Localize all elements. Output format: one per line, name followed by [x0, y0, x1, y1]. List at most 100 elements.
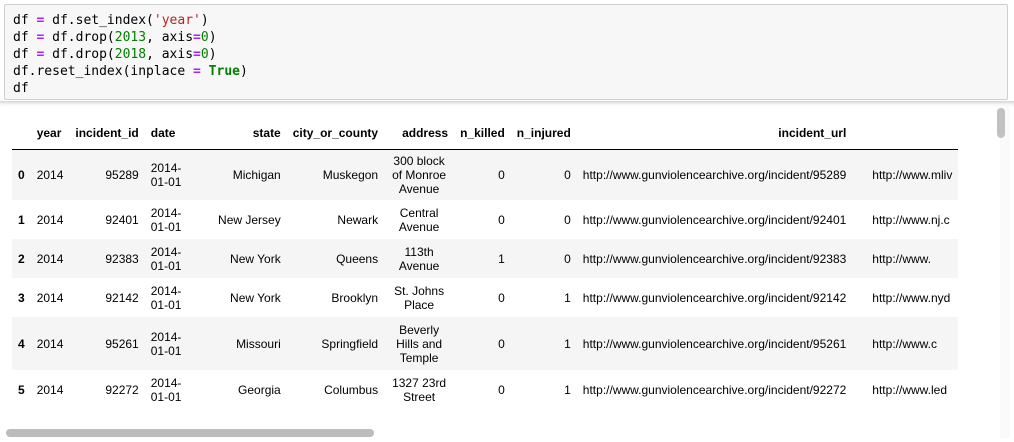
cell-n-killed: 0 [498, 168, 505, 182]
col-address-header: address [402, 126, 449, 140]
code-token: 2013 [114, 30, 147, 45]
col-year-header: year [36, 126, 62, 140]
cell-incident-url: http://www.gunviolencearchive.org/incide… [582, 251, 847, 266]
cell-n-injured: 0 [564, 212, 571, 227]
cell-date: 2014-01-01 [150, 329, 182, 358]
cell-n-injured: 1 [564, 290, 571, 305]
code-token: 2018 [114, 47, 147, 62]
cell-incident-url: http://www.gunviolencearchive.org/incide… [582, 382, 847, 397]
cell-city: Springfield [321, 336, 379, 351]
dataframe-table: year incident_id date state city_or_coun… [12, 117, 959, 409]
cell-address: 300 block of Monroe Avenue [392, 154, 447, 196]
vertical-scrollbar-thumb[interactable] [997, 108, 1005, 138]
cell-incident-id: 92401 [105, 212, 139, 227]
cell-address: St. Johns Place [394, 283, 445, 312]
code-token: True [208, 64, 240, 79]
cell-n-injured: 0 [564, 251, 571, 266]
code-token: df.drop( [44, 30, 115, 45]
cell-incident-url: http://www.gunviolencearchive.org/incide… [582, 336, 847, 351]
cell-state: Georgia [238, 382, 281, 397]
table-row: 0 2014 95289 2014-01-01 Michigan Muskegon 300 … [12, 149, 959, 200]
table-row: 3 2014 92142 2014-01-01 New York Brooklyn St. … [12, 278, 958, 317]
cell-n-killed: 0 [498, 212, 505, 227]
cell-city: Muskegon [322, 168, 379, 182]
code-token: df.reset_index(inplace [13, 64, 194, 79]
col-incident-url-header: incident_url [778, 126, 847, 140]
cell-incident-id: 92142 [105, 290, 139, 305]
row-index: 0 [18, 168, 25, 182]
cell-source-url: http://www. [872, 251, 931, 266]
code-token: df.drop( [44, 47, 115, 62]
cell-date: 2014-01-01 [150, 283, 182, 312]
cell-date: 2014-01-01 [150, 205, 182, 234]
cell-n-killed: 0 [498, 290, 505, 305]
cell-state: New York [230, 290, 281, 305]
cell-year: 2014 [36, 382, 64, 397]
row-index: 3 [18, 290, 25, 305]
cell-city: Queens [336, 251, 379, 266]
horizontal-scrollbar-thumb[interactable] [6, 429, 374, 437]
cell-incident-id: 92383 [105, 251, 139, 266]
code-token: df [13, 81, 29, 96]
code-token: 0 [200, 30, 209, 45]
code-token: df [13, 47, 29, 62]
cell-incident-url: http://www.gunviolencearchive.org/incide… [582, 168, 847, 182]
code-token: = [193, 47, 201, 62]
code-token: 0 [200, 47, 209, 62]
code-token: ) [200, 13, 209, 28]
code-token: df [13, 13, 29, 28]
output-area: year incident_id date state city_or_coun… [0, 101, 1014, 442]
code-token: , axis [146, 47, 194, 62]
cell-incident-id: 92272 [105, 382, 139, 397]
cell-address: Beverly Hills and Temple [396, 322, 443, 365]
code-editor[interactable]: df = df.set_index('year') df = df.drop(2… [5, 5, 1007, 97]
cell-address: 113th Avenue [398, 244, 440, 273]
cell-n-killed: 0 [498, 382, 505, 397]
table-row: 4 2014 95261 2014-01-01 Missouri Springfield B… [12, 317, 959, 370]
row-index: 1 [18, 212, 25, 227]
cell-city: Newark [337, 212, 379, 227]
code-token: , axis [146, 30, 194, 45]
cell-source-url: http://www.c [872, 336, 937, 351]
cell-year: 2014 [36, 212, 64, 227]
col-city-header: city_or_county [292, 126, 379, 140]
code-token: 'year' [153, 13, 201, 28]
cell-n-injured: 1 [564, 336, 571, 351]
cell-source-url: http://www.nyd [872, 290, 951, 305]
table-row: 5 2014 92272 2014-01-01 Georgia Columbus 1327 … [12, 370, 958, 409]
table-row: 2 2014 92383 2014-01-01 New York Queens 113th … [12, 239, 959, 278]
code-token: ) [208, 47, 217, 62]
code-token: ) [208, 30, 217, 45]
cell-n-killed: 1 [498, 251, 505, 266]
table-row: 1 2014 92401 2014-01-01 New Jersey Newark Cent… [12, 200, 958, 239]
cell-city: Brooklyn [331, 290, 379, 305]
cell-state: New Jersey [218, 212, 281, 227]
cell-n-injured: 0 [564, 168, 571, 182]
row-index: 4 [18, 336, 25, 351]
cell-address: Central Avenue [398, 205, 440, 234]
cell-incident-url: http://www.gunviolencearchive.org/incide… [582, 290, 847, 305]
cell-date: 2014-01-01 [150, 375, 182, 404]
col-state-header: state [252, 126, 281, 140]
col-source-url-header [852, 117, 958, 150]
cell-date: 2014-01-01 [150, 161, 182, 189]
cell-incident-id: 95289 [105, 168, 139, 182]
cell-date: 2014-01-01 [150, 244, 182, 273]
code-token: df [13, 30, 29, 45]
cell-n-injured: 1 [564, 382, 571, 397]
cell-address: 1327 23rd Street [392, 375, 447, 404]
cell-incident-id: 95261 [105, 336, 139, 351]
code-token: df.set_index( [44, 13, 154, 28]
cell-incident-url: http://www.gunviolencearchive.org/incide… [582, 212, 847, 227]
code-cell[interactable]: df = df.set_index('year') df = df.drop(2… [4, 4, 1008, 100]
cell-year: 2014 [36, 290, 64, 305]
cell-source-url: http://www.mliv [872, 168, 953, 182]
header-row: year incident_id date state city_or_coun… [12, 117, 959, 150]
code-token: = [193, 30, 201, 45]
cell-state: Michigan [232, 168, 281, 182]
cell-state: New York [230, 251, 281, 266]
code-token: ) [239, 64, 248, 79]
vertical-scrollbar[interactable] [997, 105, 1010, 438]
cell-n-killed: 0 [498, 336, 505, 351]
